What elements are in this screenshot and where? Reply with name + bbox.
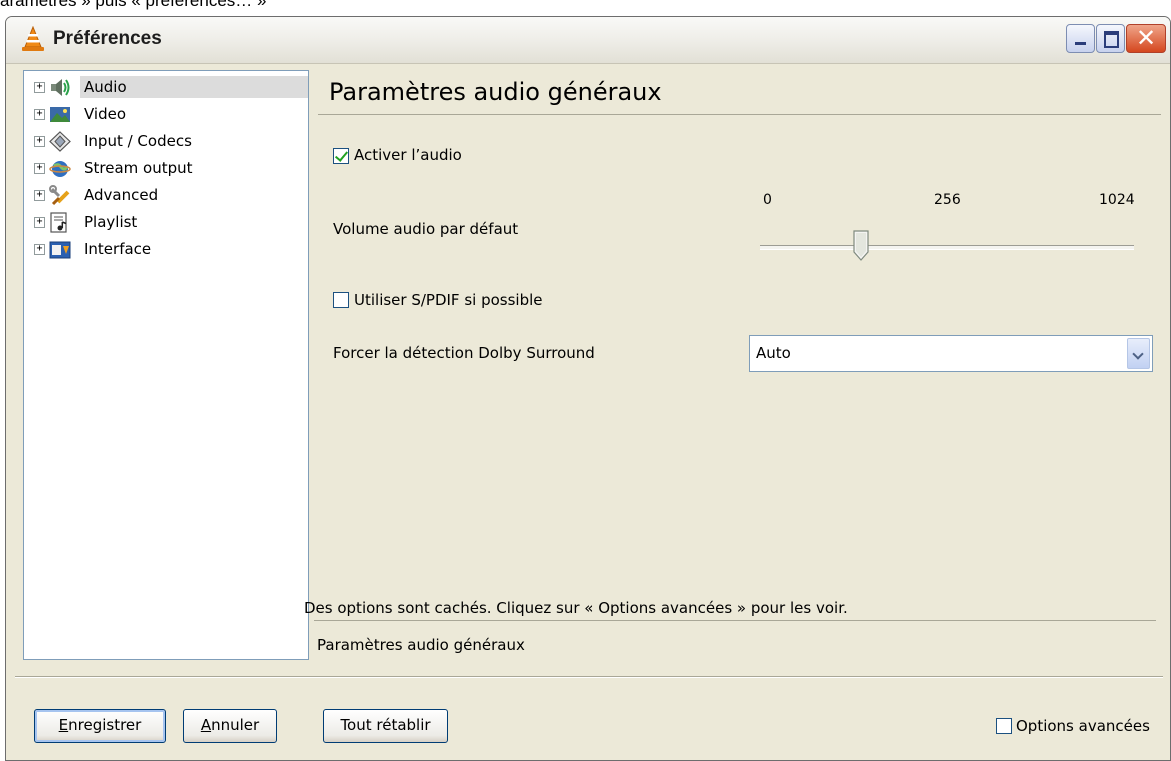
save-button[interactable]: Enregistrer xyxy=(34,709,166,743)
cancel-button-label: nnuler xyxy=(211,716,260,734)
maximize-button[interactable] xyxy=(1096,24,1125,53)
volume-label: Volume audio par défaut xyxy=(333,220,519,238)
tree-item-playlist[interactable]: + Playlist xyxy=(24,209,307,236)
save-button-mnemonic: E xyxy=(58,716,69,734)
dolby-select-value: Auto xyxy=(756,344,791,362)
divider xyxy=(314,620,1156,621)
page-caption: aramètres » puis « préférences… » xyxy=(0,0,267,10)
stream-output-icon xyxy=(49,161,71,177)
tree-item-input-codecs[interactable]: + Input / Codecs xyxy=(24,128,307,155)
vlc-cone-icon xyxy=(22,26,44,51)
expand-icon[interactable]: + xyxy=(34,109,45,120)
tree-item-label: Stream output xyxy=(84,159,193,177)
speaker-icon xyxy=(51,79,70,96)
spdif-label: Utiliser S/PDIF si possible xyxy=(354,291,543,309)
expand-icon[interactable]: + xyxy=(34,190,45,201)
chevron-down-icon[interactable] xyxy=(1127,338,1150,369)
close-button[interactable]: ✕ xyxy=(1126,24,1166,53)
advanced-icon xyxy=(49,185,70,206)
panel-description: Paramètres audio généraux xyxy=(317,636,525,654)
save-button-label: nregistrer xyxy=(68,716,142,734)
expand-icon[interactable]: + xyxy=(34,163,45,174)
volume-slider-track[interactable] xyxy=(760,245,1134,250)
interface-icon xyxy=(49,241,71,259)
category-tree[interactable]: + Audio + Video + Input / Codecs + Strea… xyxy=(23,70,309,660)
expand-icon[interactable]: + xyxy=(34,244,45,255)
settings-panel: Paramètres audio généraux Activer l’audi… xyxy=(309,70,1161,660)
spdif-checkbox[interactable] xyxy=(333,292,349,308)
video-icon xyxy=(50,107,70,122)
advanced-options-label: Options avancées xyxy=(1016,717,1150,735)
dolby-select[interactable]: Auto xyxy=(749,335,1153,372)
tree-item-label: Audio xyxy=(80,76,308,98)
tree-item-audio[interactable]: + Audio xyxy=(24,74,308,101)
divider xyxy=(15,676,1163,678)
close-icon: ✕ xyxy=(1136,25,1157,52)
slider-tick-label: 1024 xyxy=(1099,192,1135,208)
title-bar[interactable]: Préférences ✕ xyxy=(6,17,1170,64)
slider-tick-label: 0 xyxy=(763,192,772,208)
enable-audio-checkbox[interactable] xyxy=(333,148,349,164)
cancel-button[interactable]: Annuler xyxy=(183,709,277,743)
tree-item-advanced[interactable]: + Advanced xyxy=(24,182,307,209)
slider-tick-label: 256 xyxy=(934,192,961,208)
cancel-button-mnemonic: A xyxy=(200,716,212,734)
tree-item-label: Video xyxy=(84,105,127,123)
expand-icon[interactable]: + xyxy=(34,82,45,93)
hidden-options-hint: Des options sont cachés. Cliquez sur « O… xyxy=(304,599,848,617)
expand-icon[interactable]: + xyxy=(34,136,45,147)
divider xyxy=(318,114,1161,115)
enable-audio-label: Activer l’audio xyxy=(354,146,462,164)
window-title: Préférences xyxy=(53,28,162,49)
tree-item-label: Interface xyxy=(84,240,152,258)
tree-item-interface[interactable]: + Interface xyxy=(24,236,307,263)
playlist-icon xyxy=(50,212,67,233)
reset-all-button[interactable]: Tout rétablir xyxy=(323,709,448,743)
dolby-label: Forcer la détection Dolby Surround xyxy=(333,344,595,362)
tree-item-label: Playlist xyxy=(84,213,138,231)
tree-item-stream-output[interactable]: + Stream output xyxy=(24,155,307,182)
advanced-options-checkbox[interactable] xyxy=(996,718,1012,734)
tree-item-label: Advanced xyxy=(84,186,159,204)
tree-item-video[interactable]: + Video xyxy=(24,101,307,128)
codecs-icon xyxy=(49,131,71,152)
minimize-button[interactable] xyxy=(1066,24,1095,53)
panel-title: Paramètres audio généraux xyxy=(329,78,662,106)
tree-item-label: Input / Codecs xyxy=(84,132,192,150)
preferences-window: Préférences ✕ + Audio + Video + Input / xyxy=(5,16,1171,761)
volume-slider-thumb[interactable] xyxy=(853,230,869,261)
expand-icon[interactable]: + xyxy=(34,217,45,228)
